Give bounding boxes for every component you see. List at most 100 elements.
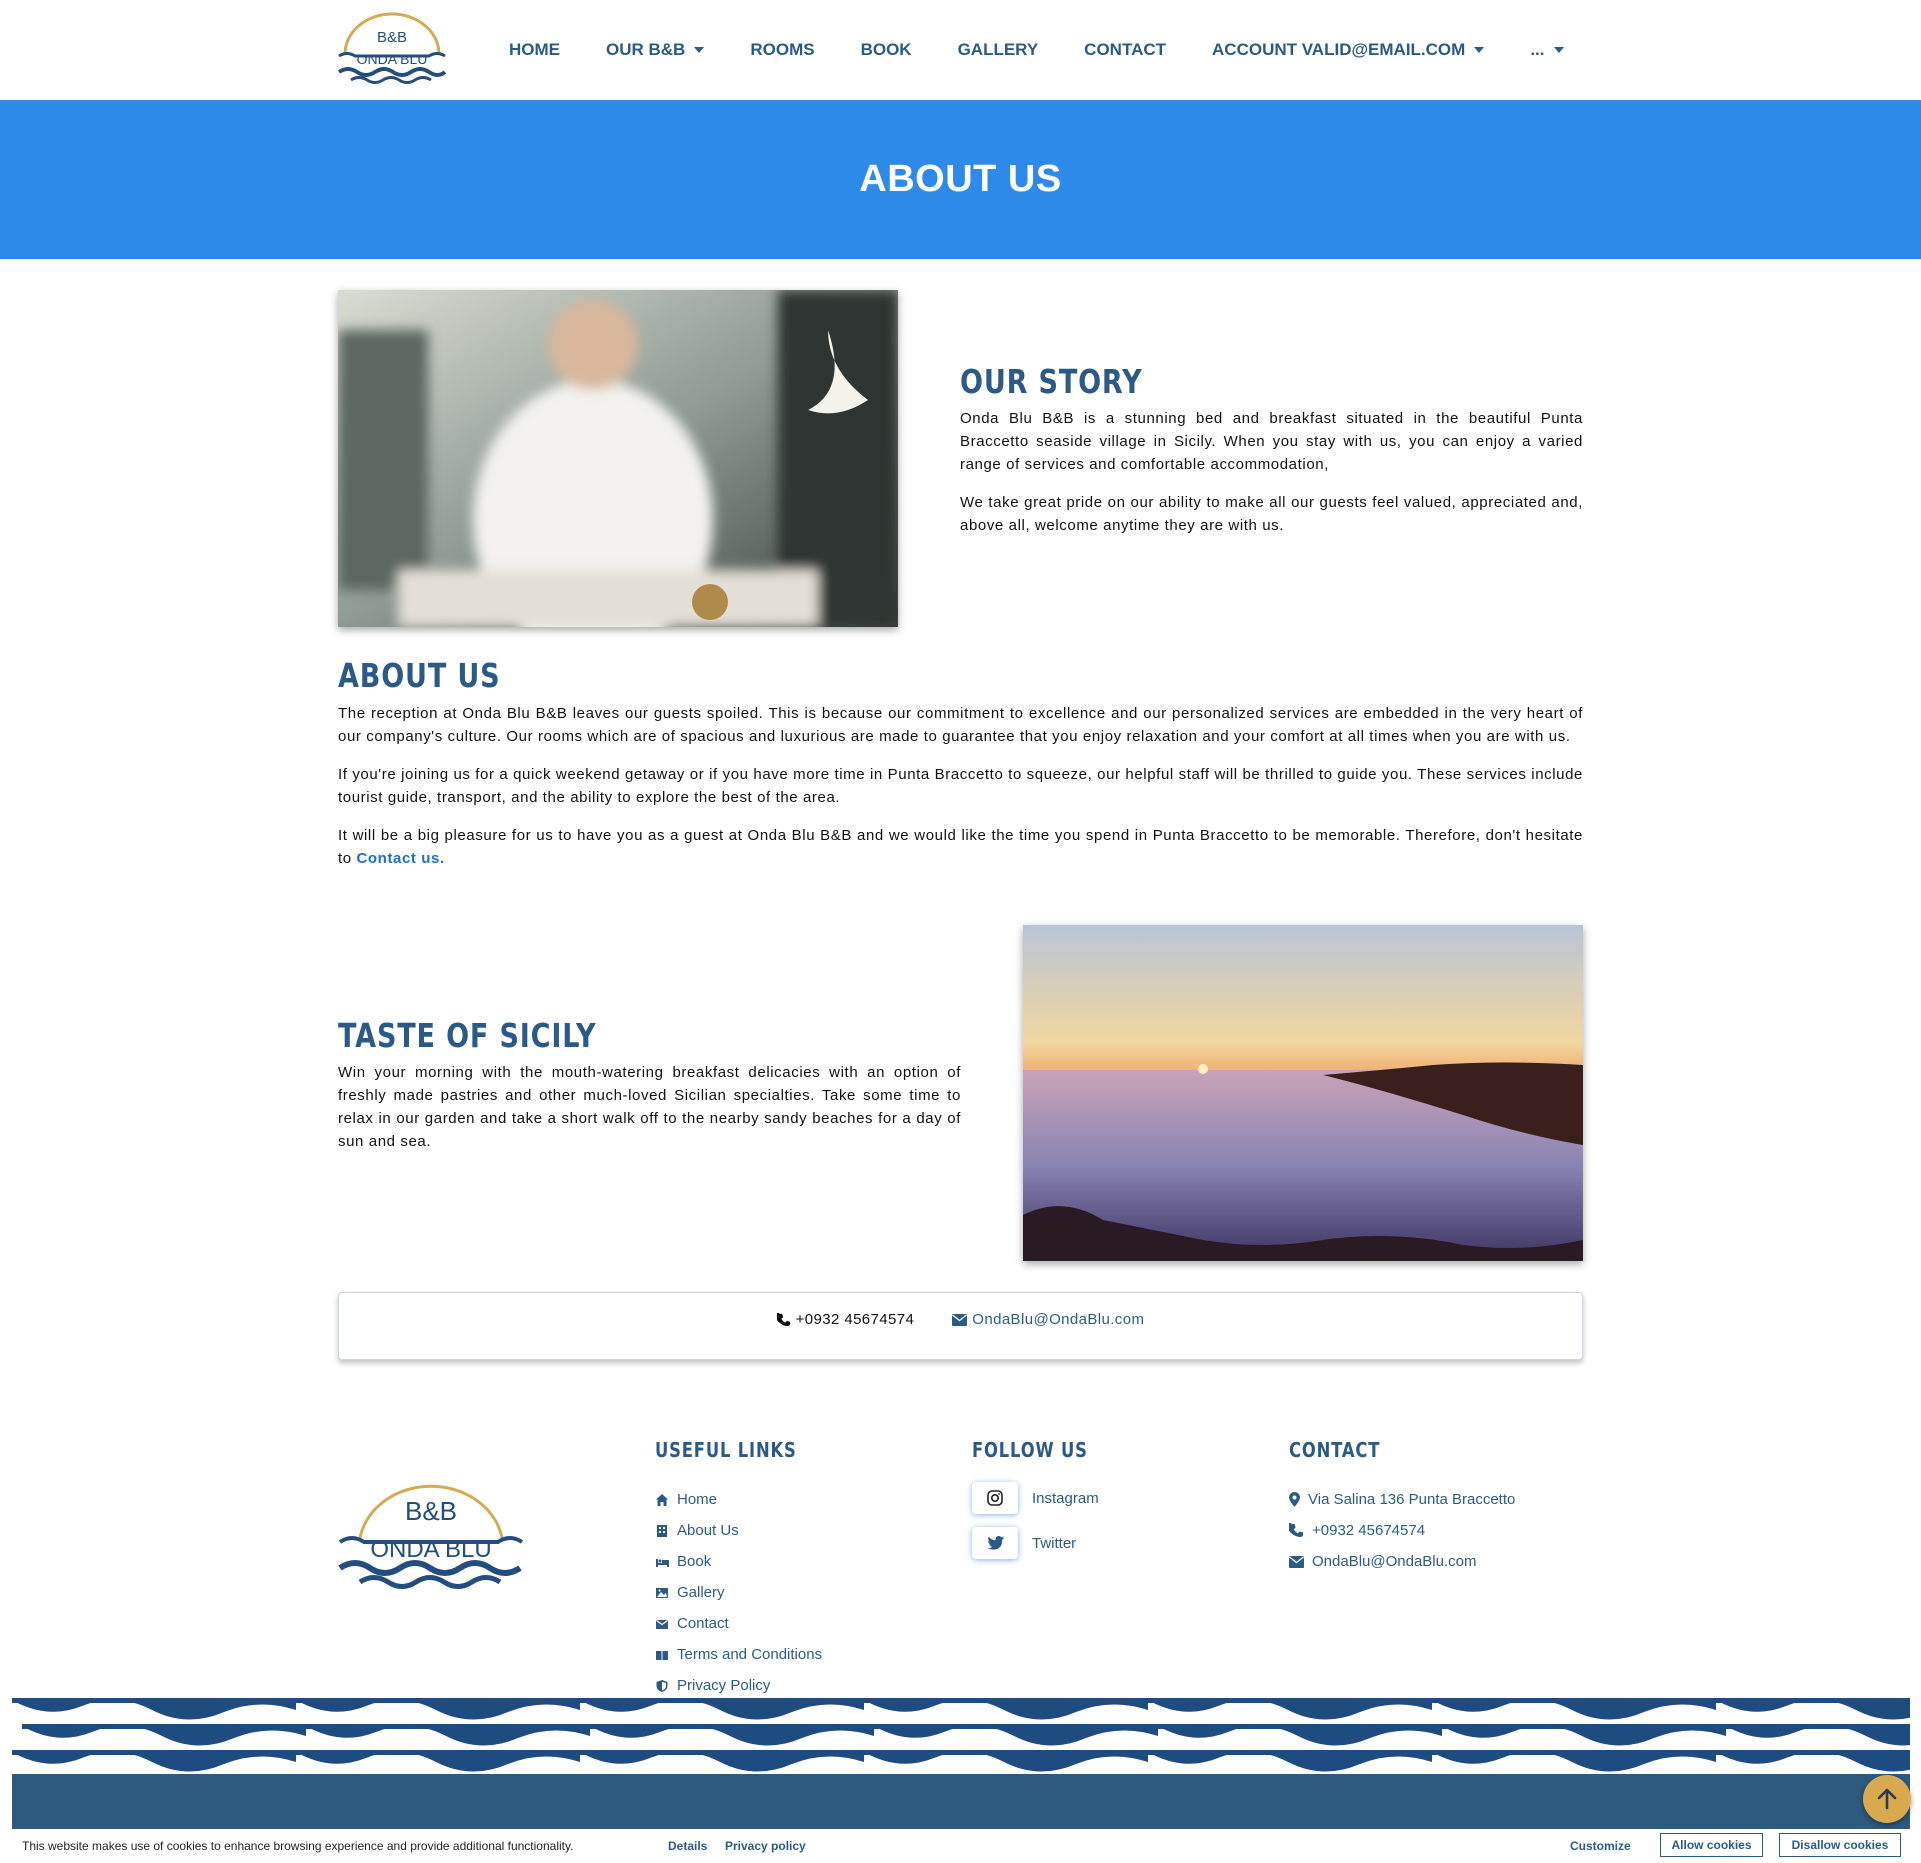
footer-bottom-band <box>12 1774 1910 1829</box>
contact-bar-email-text: OndaBlu@OndaBlu.com <box>972 1311 1145 1328</box>
footer-logo: B&B ONDA BLU <box>338 1468 524 1594</box>
footer-link-about-us[interactable]: About Us <box>655 1515 822 1546</box>
envelope-icon <box>952 1313 968 1326</box>
useful-links-list: Home About Us Book Gallery Contact Terms and … <box>655 1484 822 1701</box>
our-story-heading: OUR STORY <box>960 362 1143 401</box>
footer-link-privacy-policy[interactable]: Privacy Policy <box>655 1670 822 1701</box>
caret-down-icon <box>1474 47 1485 53</box>
svg-text:B&B: B&B <box>405 1496 457 1526</box>
nav-item-label: BOOK <box>860 40 912 59</box>
social-instagram[interactable]: Instagram <box>972 1482 1099 1514</box>
contact-us-link[interactable]: Contact us. <box>356 850 444 867</box>
about-paragraph: The reception at Onda Blu B&B leaves our… <box>338 705 1583 745</box>
taste-of-sicily-heading: TASTE OF SICILY <box>338 1016 597 1055</box>
book-icon <box>656 1650 668 1660</box>
about-us-text: The reception at Onda Blu B&B leaves our… <box>338 702 1583 885</box>
building-icon <box>657 1524 667 1537</box>
footer-email[interactable]: OndaBlu@OndaBlu.com <box>1289 1546 1515 1577</box>
nav-item-label: CONTACT <box>1084 40 1167 59</box>
image-icon <box>656 1587 668 1598</box>
twitter-button[interactable] <box>972 1527 1018 1559</box>
about-paragraph: If you're joining us for a quick weekend… <box>338 766 1583 806</box>
footer-link-gallery[interactable]: Gallery <box>655 1577 822 1608</box>
contact-bar-phone[interactable]: +0932 45674574 <box>776 1311 915 1328</box>
footer-contact-list: Via Salina 136 Punta Braccetto +0932 456… <box>1289 1484 1515 1577</box>
footer-link-label: Gallery <box>677 1584 725 1601</box>
nav-item-label: ... <box>1530 40 1545 59</box>
nav-item[interactable]: BOOK <box>838 40 935 60</box>
arrow-up-icon <box>1877 1788 1897 1810</box>
nav-item[interactable]: ROOMS <box>727 40 837 60</box>
about-paragraph-text: It will be a big pleasure for us to have… <box>338 827 1583 867</box>
sunset-photo <box>1023 925 1583 1261</box>
nav-item[interactable]: HOME <box>486 40 583 60</box>
svg-text:ONDA BLU: ONDA BLU <box>357 51 428 67</box>
footer-waves-decoration <box>12 1698 1920 1774</box>
phone-icon <box>1289 1523 1304 1538</box>
cookie-text: This website makes use of cookies to enh… <box>22 1839 574 1853</box>
footer-link-label: Terms and Conditions <box>677 1646 823 1663</box>
contact-bar-email[interactable]: OndaBlu@OndaBlu.com <box>952 1311 1144 1328</box>
footer-link-contact[interactable]: Contact <box>655 1608 822 1639</box>
footer-email-text: OndaBlu@OndaBlu.com <box>1312 1553 1477 1570</box>
contact-bar: +0932 45674574 OndaBlu@OndaBlu.com <box>338 1292 1583 1360</box>
reception-photo <box>338 290 898 627</box>
footer-phone-text: +0932 45674574 <box>1312 1522 1426 1539</box>
footer-link-label: Privacy Policy <box>677 1677 771 1694</box>
page-hero: ABOUT US <box>0 100 1921 259</box>
twitter-label: Twitter <box>1032 1534 1077 1552</box>
footer-phone[interactable]: +0932 45674574 <box>1289 1515 1515 1546</box>
instagram-label: Instagram <box>1032 1489 1099 1507</box>
footer-link-label: Home <box>677 1491 718 1508</box>
caret-down-icon <box>1553 47 1564 53</box>
taste-of-sicily-text: Win your morning with the mouth-watering… <box>338 1061 961 1168</box>
nav-item-label: OUR B&B <box>606 40 686 59</box>
nav-item-label: ROOMS <box>750 40 815 59</box>
footer-address: Via Salina 136 Punta Braccetto <box>1289 1484 1515 1515</box>
follow-us-title: FOLLOW US <box>972 1438 1088 1462</box>
instagram-button[interactable] <box>972 1482 1018 1514</box>
useful-links-title: USEFUL LINKS <box>655 1438 797 1462</box>
cookie-customize-link[interactable]: Customize <box>1570 1839 1631 1853</box>
home-icon <box>656 1493 668 1506</box>
nav-item[interactable]: ... <box>1507 40 1586 60</box>
our-story-text: Onda Blu B&B is a stunning bed and break… <box>960 407 1583 552</box>
nav-item[interactable]: ACCOUNT VALID@EMAIL.COM <box>1189 40 1507 60</box>
allow-cookies-button[interactable]: Allow cookies <box>1660 1833 1763 1857</box>
nav-item[interactable]: OUR B&B <box>583 40 727 60</box>
cookie-privacy-link[interactable]: Privacy policy <box>725 1839 806 1853</box>
footer-link-book[interactable]: Book <box>655 1546 822 1577</box>
page-title: ABOUT US <box>859 158 1062 200</box>
scroll-to-top-button[interactable] <box>1863 1775 1911 1823</box>
site-logo[interactable]: B&B ONDA BLU <box>337 10 447 86</box>
footer-address-text: Via Salina 136 Punta Braccetto <box>1308 1491 1516 1508</box>
our-story-paragraph: Onda Blu B&B is a stunning bed and break… <box>960 410 1583 473</box>
footer-link-terms-and-conditions[interactable]: Terms and Conditions <box>655 1639 822 1670</box>
contact-bar-phone-text: +0932 45674574 <box>795 1311 915 1328</box>
taste-paragraph: Win your morning with the mouth-watering… <box>338 1064 961 1150</box>
nav-item-label: ACCOUNT VALID@EMAIL.COM <box>1212 40 1466 59</box>
nav-item[interactable]: CONTACT <box>1061 40 1189 60</box>
about-us-heading: ABOUT US <box>338 656 501 695</box>
our-story-paragraph: We take great pride on our ability to ma… <box>960 494 1583 534</box>
disallow-cookies-button[interactable]: Disallow cookies <box>1779 1833 1901 1857</box>
about-paragraph: It will be a big pleasure for us to have… <box>338 824 1583 870</box>
main-nav: HOME OUR B&B ROOMS BOOK GALLERY CONTACT ACCOUN… <box>486 0 1587 100</box>
envelope-icon <box>656 1619 668 1629</box>
map-marker-icon <box>1289 1492 1300 1507</box>
cookie-banner: This website makes use of cookies to enh… <box>0 1829 1921 1863</box>
footer-link-label: Book <box>677 1553 712 1570</box>
twitter-icon <box>986 1536 1004 1550</box>
contact-title: CONTACT <box>1289 1438 1381 1462</box>
site-header: B&B ONDA BLU HOME OUR B&B ROOMS BOOK GALLERY… <box>0 0 1921 100</box>
nav-item-label: GALLERY <box>957 40 1039 59</box>
footer-link-label: About Us <box>677 1522 739 1539</box>
svg-text:ONDA BLU: ONDA BLU <box>370 1536 491 1563</box>
footer-link-home[interactable]: Home <box>655 1484 822 1515</box>
nav-item[interactable]: GALLERY <box>935 40 1062 60</box>
cookie-details-link[interactable]: Details <box>668 1839 707 1853</box>
social-twitter[interactable]: Twitter <box>972 1527 1076 1559</box>
svg-text:B&B: B&B <box>377 29 407 46</box>
nav-item-label: HOME <box>509 40 560 59</box>
footer-link-label: Contact <box>677 1615 729 1632</box>
